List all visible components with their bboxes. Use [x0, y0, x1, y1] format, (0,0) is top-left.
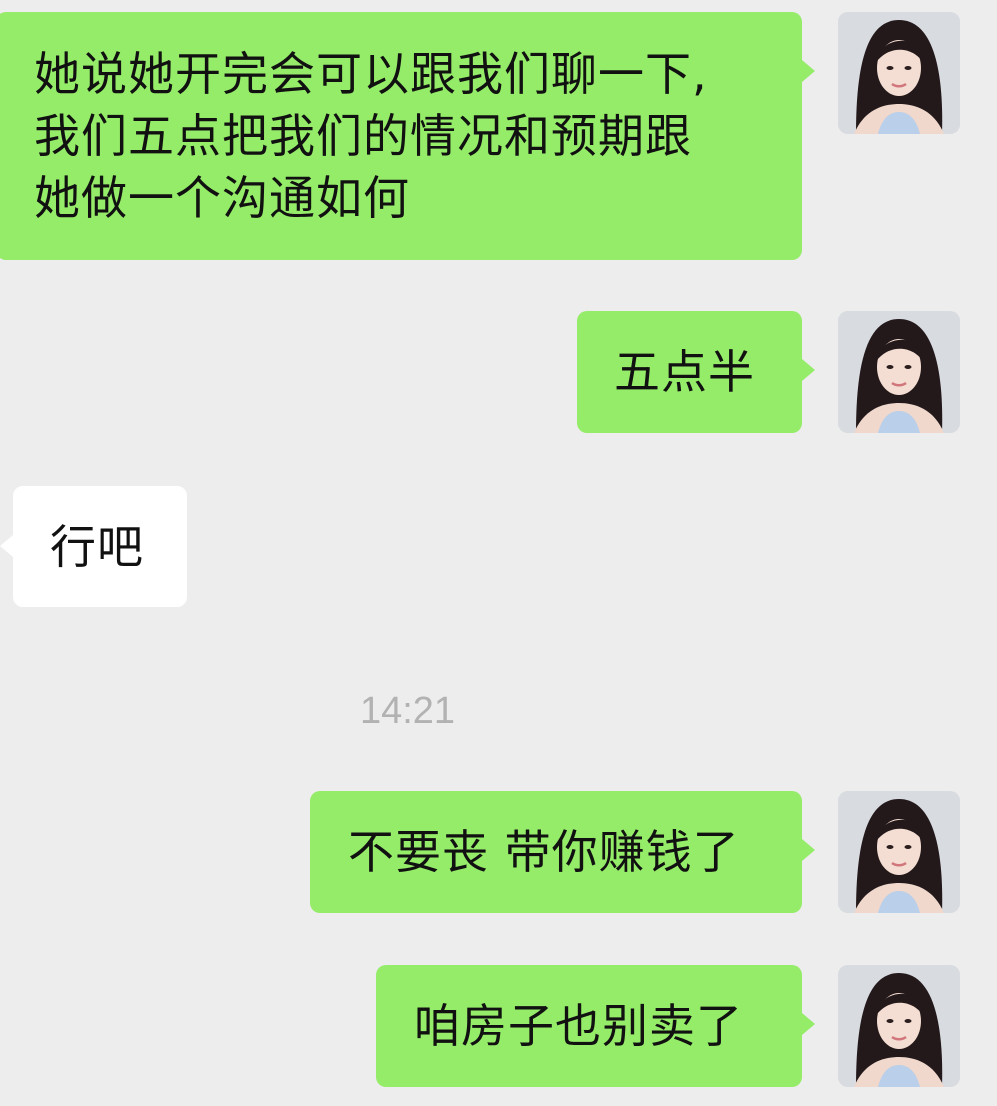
bubble-tail — [0, 535, 13, 557]
message-text: 咱房子也别卖了 — [414, 999, 743, 1053]
message-bubble-outgoing[interactable]: 五点半 — [577, 311, 802, 433]
message-timestamp: 14:21 — [359, 690, 456, 732]
avatar[interactable] — [838, 791, 960, 913]
user-avatar-icon — [838, 12, 960, 134]
message-text: 五点半 — [614, 345, 755, 399]
bubble-tail — [802, 1013, 815, 1035]
message-text: 行吧 — [50, 520, 144, 574]
bubble-tail — [802, 839, 815, 861]
message-bubble-outgoing[interactable]: 她说她开完会可以跟我们聊一下, 我们五点把我们的情况和预期跟 她做一个沟通如何 — [0, 12, 802, 260]
message-text: 不要丧 带你赚钱了 — [348, 825, 740, 879]
avatar[interactable] — [838, 12, 960, 134]
user-avatar-icon — [838, 965, 960, 1087]
message-bubble-incoming[interactable]: 行吧 — [13, 486, 187, 607]
bubble-tail — [802, 359, 815, 381]
bubble-tail — [802, 60, 815, 82]
message-text-line: 她做一个沟通如何 — [34, 171, 410, 225]
message-bubble-outgoing[interactable]: 不要丧 带你赚钱了 — [310, 791, 802, 913]
user-avatar-icon — [838, 311, 960, 433]
message-text-line: 我们五点把我们的情况和预期跟 — [34, 109, 692, 163]
avatar[interactable] — [838, 311, 960, 433]
avatar[interactable] — [838, 965, 960, 1087]
user-avatar-icon — [838, 791, 960, 913]
message-text-line: 她说她开完会可以跟我们聊一下, — [34, 47, 708, 101]
message-bubble-outgoing[interactable]: 咱房子也别卖了 — [376, 965, 802, 1087]
